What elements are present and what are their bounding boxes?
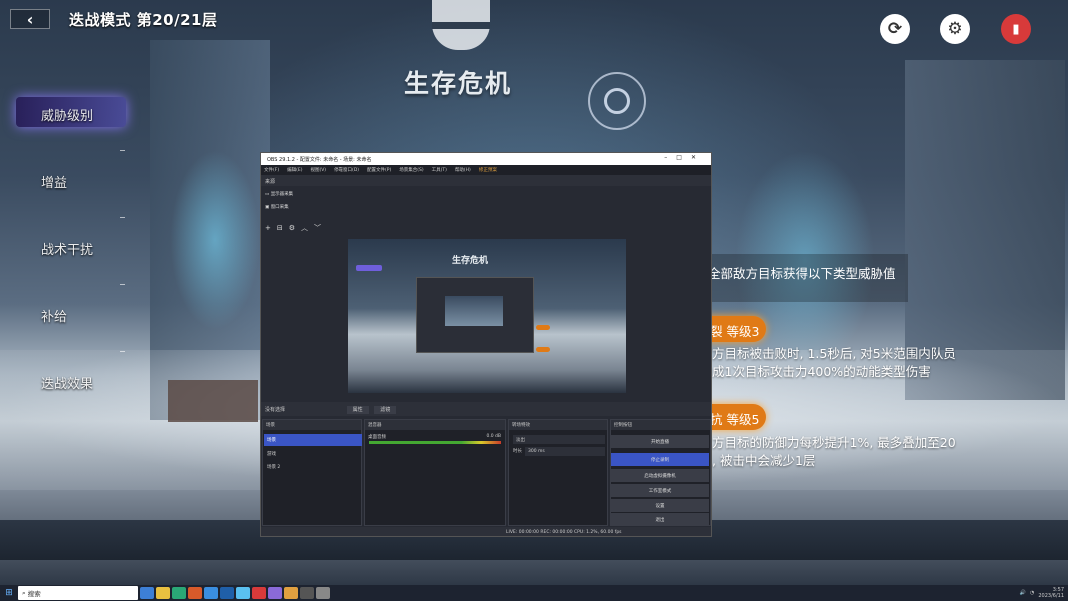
properties-button[interactable]: 属性 <box>346 406 369 414</box>
system-tray: 🔊 ◔ 3:57 2023/6/11 <box>1020 586 1064 600</box>
transition-select[interactable]: 淡出 <box>513 435 605 444</box>
menu-item[interactable]: 工具(T) <box>432 167 447 175</box>
sigil-icon <box>588 72 646 130</box>
background-crate <box>168 380 258 422</box>
gear-icon[interactable]: ⚙ <box>940 14 970 44</box>
windows-taskbar: ⊞ ⌕ 搜索 🔊 ◔ 3:57 2023/6/11 <box>0 585 1068 601</box>
preview-badge <box>536 325 550 330</box>
window-controls[interactable]: –□✕ <box>664 154 705 161</box>
preview-logo-text: 生存危机 <box>452 256 489 266</box>
page-title: 迭战模式 第20/21层 <box>69 11 218 29</box>
nav-divider <box>120 217 125 218</box>
sources-header: 来源 <box>261 175 711 186</box>
studio-mode-button[interactable]: 工作室模式 <box>611 484 709 497</box>
nav-item-tactical[interactable]: 战术干扰 <box>41 239 93 258</box>
obs-titlebar[interactable]: OBS 29.1.2 - 配置文件: 未命名 - 场景: 未命名 –□✕ <box>261 153 711 165</box>
scenes-panel: 场景 场景 游戏 场景 2 <box>262 419 362 526</box>
windows-start-icon[interactable]: ⊞ <box>0 585 18 601</box>
obs-preview[interactable]: 生存危机 <box>348 239 626 393</box>
taskbar-app-icon[interactable] <box>268 587 282 599</box>
volume-icon[interactable]: 🔊 <box>1020 590 1026 596</box>
mixer-db: 0.0 dB <box>486 434 501 439</box>
threat-desc-line: 成1次目标攻击力400%的动能类型伤害 <box>712 364 931 379</box>
chevron-left-icon: ‹ <box>26 9 34 29</box>
threat-desc-line: 方目标的防御力每秒提升1%, 最多叠加至20 <box>712 435 956 450</box>
obs-window[interactable]: OBS 29.1.2 - 配置文件: 未命名 - 场景: 未命名 –□✕ 文件(… <box>260 152 712 537</box>
taskbar-app-icon[interactable] <box>316 587 330 599</box>
scene-item[interactable]: 游戏 <box>267 451 276 457</box>
logo-emblem <box>432 0 490 50</box>
menu-item[interactable]: 停靠窗口(D) <box>334 167 359 175</box>
menu-item[interactable]: 配置文件(P) <box>367 167 391 175</box>
back-button[interactable]: ‹ <box>10 9 50 29</box>
source-item[interactable]: ▭ 显示器采集 <box>265 191 293 201</box>
threat-intro-text: 全部敌方目标获得以下类型威胁值 <box>708 266 896 281</box>
transitions-header: 转场特效 <box>509 420 607 430</box>
taskbar-app-icon[interactable] <box>204 587 218 599</box>
threat-desc-line: , 被击中会减少1层 <box>712 453 816 468</box>
mixer-header: 混音器 <box>365 420 505 430</box>
scenes-header: 场景 <box>263 420 361 430</box>
transitions-panel: 转场特效 淡出 时长 300 ms <box>508 419 608 526</box>
preview-nested-window <box>416 277 534 353</box>
mixer-panel: 混音器 桌面音频 0.0 dB <box>364 419 506 526</box>
nav-item-buff[interactable]: 增益 <box>41 172 67 191</box>
nav-item-effects[interactable]: 迭战效果 <box>41 373 93 392</box>
volume-meter <box>369 441 501 444</box>
exit-icon[interactable]: ▮ <box>1001 14 1031 44</box>
start-streaming-button[interactable]: 开始直播 <box>611 435 709 448</box>
network-icon[interactable]: ◔ <box>1030 590 1034 596</box>
source-item[interactable]: ▣ 窗口采集 <box>265 204 289 214</box>
nav-divider <box>120 351 125 352</box>
taskbar-app-icon[interactable] <box>156 587 170 599</box>
menu-item[interactable]: 帮助(H) <box>455 167 471 175</box>
settings-button[interactable]: 设置 <box>611 499 709 512</box>
logo-text: 生存危机 <box>404 69 513 98</box>
obs-status-bar: LIVE: 00:00:00 REC: 00:00:00 CPU: 1.2%, … <box>261 527 711 536</box>
nav-item-threat-level[interactable]: 威胁级别 <box>41 105 93 124</box>
refresh-icon[interactable]: ⟳ <box>880 14 910 44</box>
taskbar-app-icon[interactable] <box>236 587 250 599</box>
menu-item[interactable]: 视图(V) <box>310 167 326 175</box>
preview-nav-highlight <box>356 265 382 271</box>
nav-item-supply[interactable]: 补给 <box>41 306 67 325</box>
properties-bar: 没有选择 属性 滤镜 <box>261 402 711 416</box>
scene-item[interactable]: 场景 2 <box>267 464 280 470</box>
menu-item[interactable]: 编辑(E) <box>287 167 302 175</box>
obs-menubar: 文件(F) 编辑(E) 视图(V) 停靠窗口(D) 配置文件(P) 场景集合(S… <box>261 165 711 175</box>
scene-selected-highlight <box>264 434 362 446</box>
taskbar-clock[interactable]: 3:57 2023/6/11 <box>1038 587 1064 599</box>
exit-button[interactable]: 退出 <box>611 513 709 526</box>
preview-badge <box>536 347 550 352</box>
taskbar-app-icon[interactable] <box>188 587 202 599</box>
background-glow-left <box>170 150 260 330</box>
no-selection-label: 没有选择 <box>265 407 286 413</box>
threat-desc-line: 方目标被击败时, 1.5秒后, 对5米范围内队员 <box>712 346 956 361</box>
taskbar-app-icon[interactable] <box>172 587 186 599</box>
transition-duration-field[interactable]: 300 ms <box>525 447 605 456</box>
menu-item[interactable]: 修正预案 <box>479 167 497 175</box>
transition-duration-label: 时长 <box>513 449 522 454</box>
virtual-camera-button[interactable]: 启动虚拟摄像机 <box>611 469 709 482</box>
obs-title: OBS 29.1.2 - 配置文件: 未命名 - 场景: 未命名 <box>267 157 372 163</box>
filters-button[interactable]: 滤镜 <box>374 406 397 414</box>
taskbar-app-icon[interactable] <box>140 587 154 599</box>
scene-item[interactable]: 场景 <box>267 437 276 443</box>
stop-recording-button[interactable]: 停止录制 <box>611 453 709 466</box>
menu-item[interactable]: 文件(F) <box>264 167 279 175</box>
nav-divider <box>120 150 125 151</box>
taskbar-app-icon[interactable] <box>252 587 266 599</box>
mixer-track-name: 桌面音频 <box>368 435 386 440</box>
taskbar-app-icon[interactable] <box>220 587 234 599</box>
taskbar-search-input[interactable]: ⌕ 搜索 <box>18 586 138 600</box>
nav-divider <box>120 284 125 285</box>
menu-item[interactable]: 场景集合(S) <box>399 167 423 175</box>
source-toolbar[interactable]: +⊟⚙︿﹀ <box>265 223 327 233</box>
taskbar-app-icon[interactable] <box>284 587 298 599</box>
controls-header: 控制按钮 <box>611 420 710 430</box>
taskbar-app-icon[interactable] <box>300 587 314 599</box>
